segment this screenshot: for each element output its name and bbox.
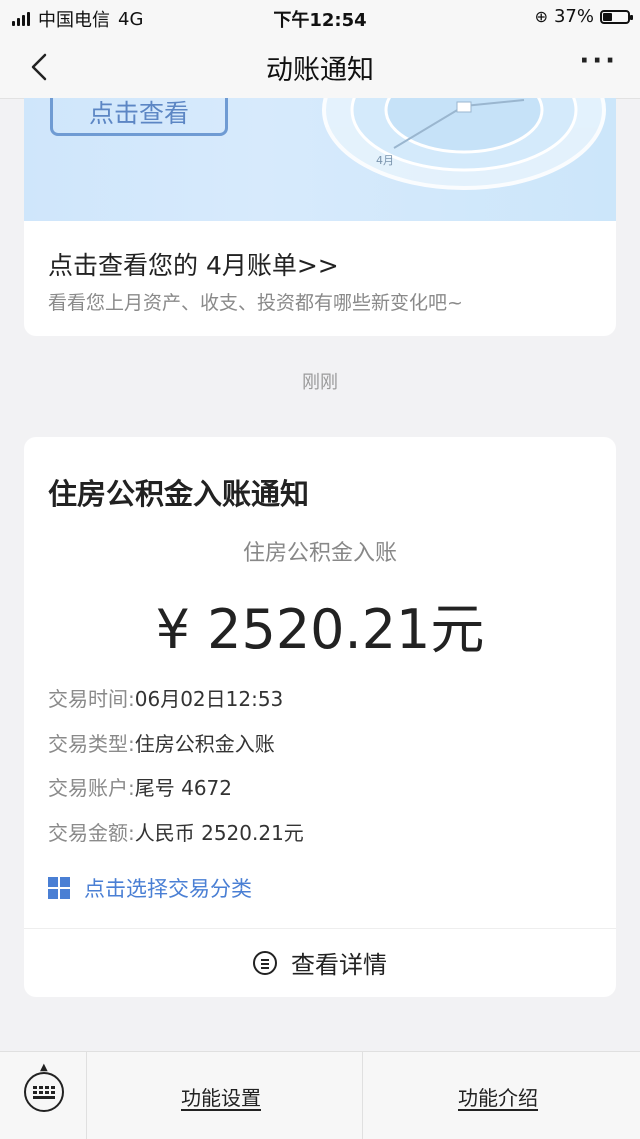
row-value: 尾号 4672 <box>134 776 233 800</box>
navigation-bar: 动账通知 ··· <box>0 34 640 99</box>
tab-function-intro[interactable]: 功能介绍 <box>458 1082 538 1111</box>
row-key: 交易金额: <box>48 821 135 845</box>
tab-function-settings[interactable]: 功能设置 <box>181 1082 261 1111</box>
more-dots-icon[interactable]: ··· <box>579 46 618 76</box>
bill-headline[interactable]: 点击查看您的 4月账单>> <box>48 246 339 282</box>
row-value: 住房公积金入账 <box>134 732 275 756</box>
battery-percent: 37% <box>553 6 594 27</box>
clock-illustration: 4月 <box>322 98 606 190</box>
clock-month-label: 4月 <box>376 154 394 167</box>
keyboard-icon[interactable]: ▲ <box>24 1062 64 1112</box>
row-value: 人民币 2520.21元 <box>134 821 304 845</box>
chevron-up-icon: ▲ <box>40 1062 48 1073</box>
page-title: 动账通知 <box>266 55 374 86</box>
deposit-amount: ¥ 2520.21元 <box>155 598 485 661</box>
transaction-amount-row: 交易金额:人民币 2520.21元 <box>48 817 304 846</box>
notice-subtitle: 住房公积金入账 <box>242 541 397 566</box>
divider <box>86 1052 87 1139</box>
divider <box>24 928 616 929</box>
notice-title: 住房公积金入账通知 <box>48 477 310 511</box>
grid-icon <box>48 877 70 899</box>
bill-card[interactable]: 点击查看 4月 点击查看您的 4月账单>> 看看您上月资产、收支、投资都有哪些新… <box>24 98 616 336</box>
classify-transaction-link[interactable]: 点击选择交易分类 <box>48 873 252 903</box>
message-timestamp: 刚刚 <box>302 372 338 393</box>
view-details-label[interactable]: 查看详情 <box>291 945 387 980</box>
rotation-lock-icon: ⊕ <box>534 7 548 26</box>
classify-label[interactable]: 点击选择交易分类 <box>84 873 252 903</box>
row-key: 交易账户: <box>48 776 135 800</box>
divider <box>362 1052 363 1139</box>
bottom-bar: ▲ 功能设置 功能介绍 <box>0 1051 640 1139</box>
view-details-button[interactable]: 查看详情 <box>24 945 616 980</box>
status-bar: 中国电信 4G 下午12:54 ⊕ 37% <box>0 0 640 34</box>
list-circle-icon <box>253 950 277 975</box>
transaction-type-row: 交易类型:住房公积金入账 <box>48 728 275 757</box>
bill-subtitle: 看看您上月资产、收支、投资都有哪些新变化吧~ <box>48 292 463 314</box>
transaction-time-row: 交易时间:06月02日12:53 <box>48 683 283 712</box>
row-value: 06月02日12:53 <box>134 687 284 711</box>
row-key: 交易时间: <box>48 687 135 711</box>
deposit-notice-card: 住房公积金入账通知 住房公积金入账 ¥ 2520.21元 交易时间:06月02日… <box>24 437 616 997</box>
row-key: 交易类型: <box>48 732 135 756</box>
banner-view-button[interactable]: 点击查看 <box>50 98 228 136</box>
battery-icon <box>600 9 633 24</box>
bill-banner[interactable]: 点击查看 4月 <box>24 98 616 221</box>
transaction-account-row: 交易账户:尾号 4672 <box>48 772 232 801</box>
